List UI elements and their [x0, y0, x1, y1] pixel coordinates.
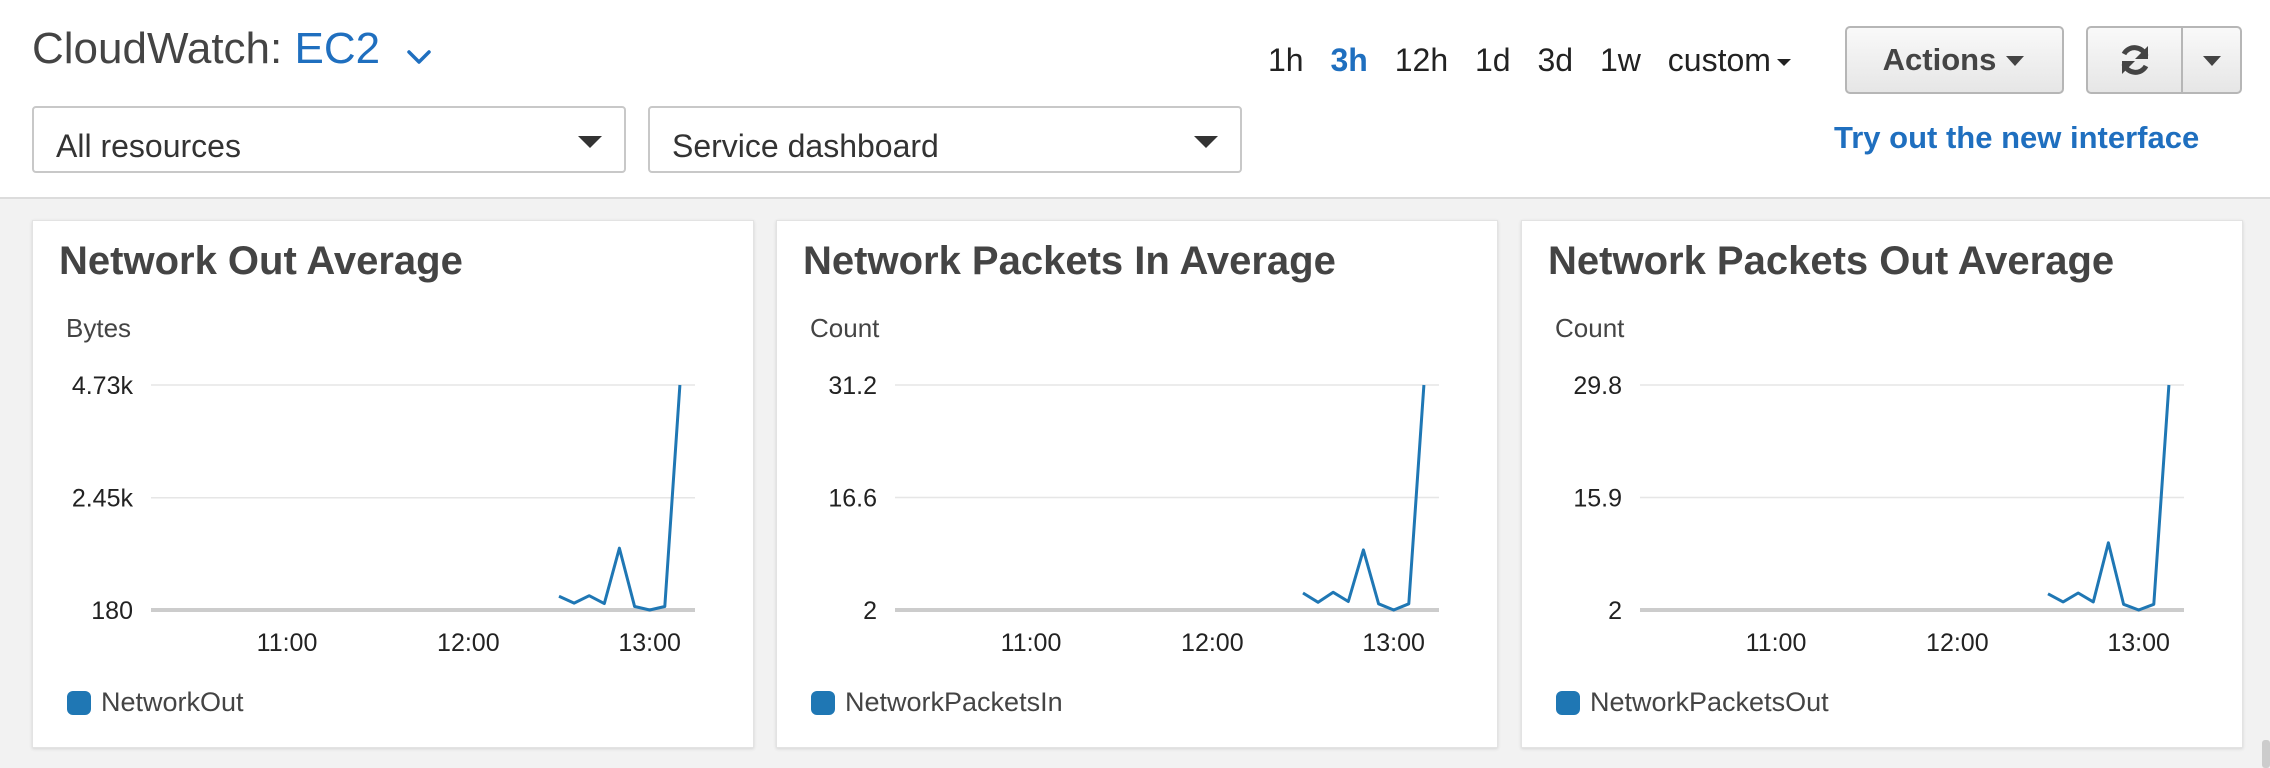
x-tick-label: 11:00	[257, 629, 318, 657]
y-tick-label: 15.9	[1573, 485, 1622, 513]
refresh-options-button[interactable]	[2183, 28, 2240, 92]
x-tick-label: 12:00	[437, 629, 500, 657]
dashboard-dropdown[interactable]: Service dashboard	[648, 106, 1242, 173]
refresh-button[interactable]	[2088, 28, 2183, 92]
time-range-custom-label: custom	[1667, 42, 1771, 78]
resources-dropdown[interactable]: All resources	[32, 106, 626, 173]
time-range-3d[interactable]: 3d	[1537, 42, 1573, 79]
line-chart[interactable]: 180 2.45k 4.73k 11:00 12:00 13:00	[33, 221, 755, 749]
time-range-1d[interactable]: 1d	[1475, 42, 1511, 79]
try-new-interface-link[interactable]: Try out the new interface	[1834, 120, 2199, 156]
legend-label: NetworkOut	[101, 687, 244, 717]
time-range-3h[interactable]: 3h	[1330, 42, 1367, 79]
title-prefix: CloudWatch:	[32, 24, 283, 73]
service-selector[interactable]: EC2	[294, 24, 380, 73]
actions-button[interactable]: Actions	[1845, 26, 2064, 94]
legend-swatch	[67, 691, 91, 715]
legend[interactable]: NetworkPacketsIn	[811, 687, 1063, 718]
chevron-down-icon[interactable]	[406, 26, 432, 76]
page-title: CloudWatch: EC2	[32, 24, 432, 76]
caret-down-icon	[1194, 136, 1218, 148]
legend[interactable]: NetworkPacketsOut	[1556, 687, 1829, 718]
x-tick-label: 12:00	[1926, 629, 1989, 657]
scrollbar[interactable]	[2262, 740, 2270, 768]
y-tick-label: 2	[863, 597, 877, 625]
caret-down-icon	[578, 136, 602, 148]
dashboard-dropdown-value: Service dashboard	[672, 128, 939, 164]
actions-button-label: Actions	[1882, 42, 1997, 77]
caret-down-icon	[2006, 56, 2024, 66]
x-tick-label: 13:00	[618, 629, 681, 657]
x-tick-label: 11:00	[1746, 629, 1807, 657]
caret-down-icon	[2203, 56, 2221, 66]
y-tick-label: 4.73k	[72, 372, 134, 400]
legend-swatch	[811, 691, 835, 715]
y-tick-label: 180	[91, 597, 133, 625]
legend-label: NetworkPacketsIn	[845, 687, 1063, 717]
x-tick-label: 13:00	[1362, 629, 1425, 657]
y-tick-label: 29.8	[1573, 372, 1622, 400]
y-tick-label: 16.6	[828, 485, 877, 513]
time-range-12h[interactable]: 12h	[1395, 42, 1448, 79]
x-tick-label: 13:00	[2107, 629, 2170, 657]
time-range-1h[interactable]: 1h	[1268, 42, 1304, 79]
widget-network-packets-out: Network Packets Out Average Count 2 15.9 2…	[1521, 220, 2243, 748]
resources-dropdown-value: All resources	[56, 128, 241, 164]
time-range-selector: 1h 3h 12h 1d 3d 1w custom	[1268, 42, 1791, 79]
y-tick-label: 31.2	[828, 372, 877, 400]
y-tick-label: 2.45k	[72, 485, 134, 513]
x-tick-label: 12:00	[1181, 629, 1244, 657]
time-range-custom[interactable]: custom	[1668, 42, 1791, 79]
legend[interactable]: NetworkOut	[67, 687, 244, 718]
legend-swatch	[1556, 691, 1580, 715]
line-chart[interactable]: 2 16.6 31.2 11:00 12:00 13:00	[777, 221, 1499, 749]
refresh-button-group	[2086, 26, 2242, 94]
y-tick-label: 2	[1608, 597, 1622, 625]
line-chart[interactable]: 2 15.9 29.8 11:00 12:00 13:00	[1522, 221, 2244, 749]
x-tick-label: 11:00	[1001, 629, 1062, 657]
widget-network-packets-in: Network Packets In Average Count 2 16.6 31…	[776, 220, 1498, 748]
caret-down-icon	[1776, 59, 1791, 67]
legend-label: NetworkPacketsOut	[1590, 687, 1829, 717]
time-range-1w[interactable]: 1w	[1600, 42, 1641, 79]
widget-network-out: Network Out Average Bytes 180 2.45k 4.73k 1…	[32, 220, 754, 748]
header-bar: CloudWatch: EC2 All resources Service da…	[0, 0, 2270, 199]
